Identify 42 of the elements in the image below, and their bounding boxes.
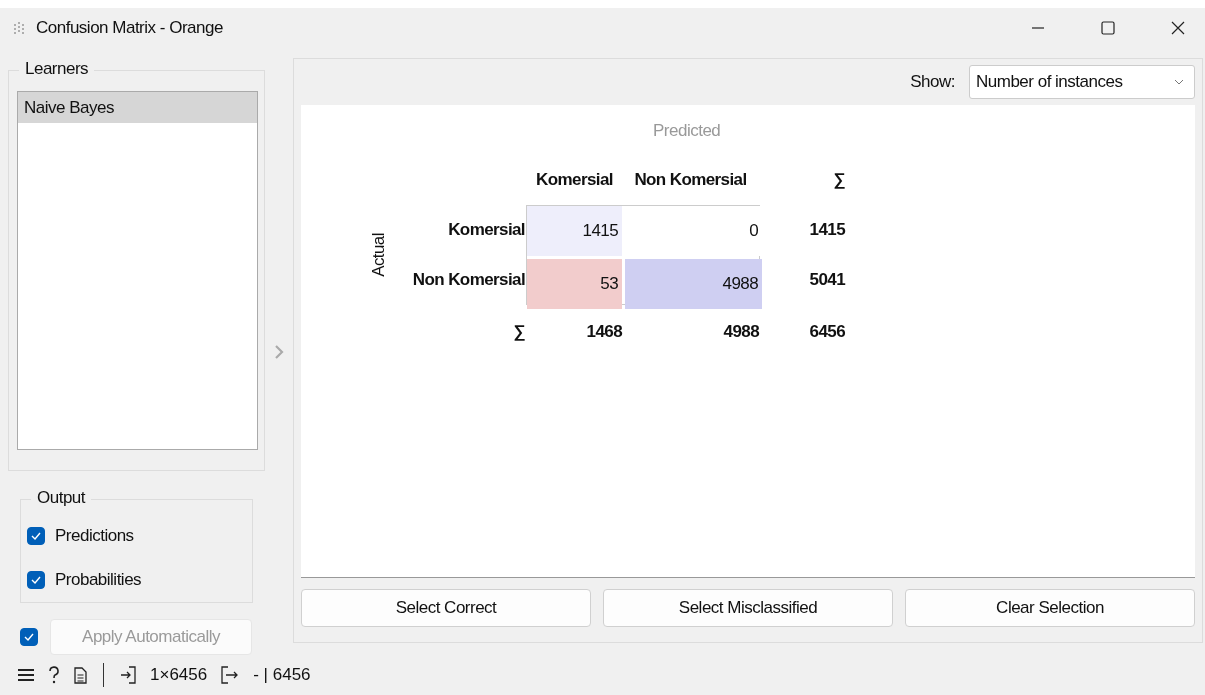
output-icon: [221, 666, 240, 684]
row-total: 1415: [808, 220, 845, 240]
sum-symbol: ∑: [512, 322, 526, 342]
matrix-cell[interactable]: 53: [527, 259, 622, 309]
show-dropdown[interactable]: Number of instances: [969, 65, 1195, 99]
check-icon: [31, 576, 41, 584]
check-icon: [24, 633, 34, 641]
group-title: Output: [31, 488, 92, 508]
output-summary: - | 6456: [253, 665, 311, 685]
window-title: Confusion Matrix - Orange: [36, 18, 223, 38]
check-icon: [31, 532, 41, 540]
help-icon[interactable]: [48, 666, 60, 684]
menu-icon[interactable]: [18, 668, 34, 682]
axis-label: Actual: [369, 233, 389, 277]
row-header: Komersial: [447, 220, 526, 240]
checkbox[interactable]: [27, 571, 45, 589]
input-icon: [120, 666, 136, 684]
input-summary: 1×6456: [150, 665, 208, 685]
axis-label: Predicted: [653, 121, 722, 141]
column-header: Non Komersial: [633, 170, 748, 190]
action-button[interactable]: Select Correct: [301, 589, 591, 627]
column-total: 1468: [585, 322, 622, 342]
column-total: 4988: [722, 322, 759, 342]
matrix-cell[interactable]: 4988: [625, 259, 762, 309]
checkbox[interactable]: [27, 527, 45, 545]
action-button[interactable]: Select Misclassified: [603, 589, 893, 627]
show-label: Show:: [910, 72, 955, 92]
column-header: Komersial: [535, 170, 614, 190]
learner-item[interactable]: Naive Bayes: [18, 92, 257, 123]
matrix-cell[interactable]: 1415: [527, 206, 622, 256]
maximize-icon[interactable]: [1101, 21, 1115, 35]
row-header: Non Komersial: [411, 270, 526, 290]
checkbox-label: Predictions: [55, 526, 134, 546]
action-button[interactable]: Clear Selection: [905, 589, 1195, 627]
grand-total: 6456: [808, 322, 845, 342]
close-icon[interactable]: [1171, 21, 1185, 35]
caret-icon: [1174, 79, 1184, 85]
document-icon[interactable]: [74, 666, 87, 684]
sum-symbol: ∑: [832, 170, 845, 190]
row-total: 5041: [808, 270, 845, 290]
checkbox-label: Probabilities: [55, 570, 142, 590]
app-icon: [12, 21, 26, 35]
